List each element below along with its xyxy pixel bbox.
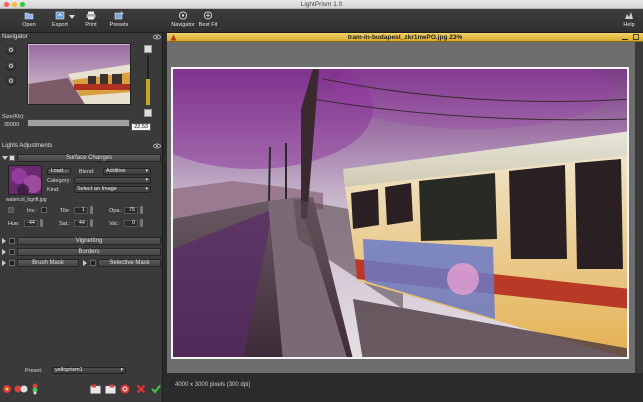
eye-icon[interactable] [153, 143, 161, 149]
opa-stepper[interactable] [140, 206, 143, 214]
hue-stepper[interactable] [40, 219, 43, 227]
zoom-min-icon[interactable] [144, 109, 152, 117]
zoom-value-field[interactable]: 22.53 [131, 123, 151, 131]
texture-image [9, 166, 41, 194]
layers-icon[interactable] [30, 383, 40, 395]
main-photo[interactable] [171, 67, 629, 359]
navigator-button[interactable]: Navigator [169, 11, 197, 28]
best-fit-icon [203, 11, 213, 20]
texture-thumbnail[interactable] [8, 165, 42, 195]
image-window-titlebar: tram-in-budapest_zkr1nwPO.jpg 23% [167, 33, 643, 42]
brush-mask-expander-icon[interactable] [2, 260, 6, 266]
save-preset-icon[interactable] [90, 384, 101, 394]
printer-icon [86, 11, 96, 20]
size-label: Size(Kb): [2, 114, 25, 120]
tile-label: Tile: [60, 208, 71, 214]
texture-name: watercol_bgnft.jpg [6, 197, 47, 203]
selective-mask-expander-icon[interactable] [83, 260, 87, 266]
navigator-preview-image [28, 44, 130, 104]
selective-mask-checkbox[interactable] [90, 260, 96, 266]
actual-size-button[interactable] [6, 76, 16, 86]
preset-label: Preset: [25, 368, 43, 374]
best-fit-button[interactable]: Best Fit [196, 11, 220, 28]
load-preset-icon[interactable] [105, 384, 116, 394]
reset-icon[interactable] [120, 384, 130, 394]
tile-stepper[interactable] [90, 206, 93, 214]
zoom-slider-fill [146, 79, 150, 105]
surface-changes-expander-icon[interactable] [2, 156, 8, 160]
cancel-icon[interactable] [136, 384, 146, 394]
open-icon [24, 12, 34, 20]
vignetting-header[interactable]: Vignetting [17, 237, 161, 245]
left-panel: Navigator Size(Kb): 35000 22.53 Lights A… [0, 33, 163, 402]
val-field[interactable]: 0 [124, 220, 138, 227]
load-button[interactable]: Load... [47, 168, 71, 175]
kind-label: Kind: [47, 187, 60, 193]
open-button[interactable]: Open [17, 11, 41, 28]
borders-expander-icon[interactable] [2, 249, 6, 255]
brush-mask-checkbox[interactable] [9, 260, 15, 266]
inv-label: Inv.: [27, 208, 37, 214]
kind-select[interactable]: Select an Image [74, 186, 151, 193]
zoom-max-icon[interactable] [144, 45, 152, 53]
adjustments-heading: Lights Adjustments [2, 143, 53, 149]
val-stepper[interactable] [140, 219, 143, 227]
opa-field[interactable]: 75 [124, 207, 138, 214]
navigator-thumbnail[interactable] [27, 43, 131, 105]
opa-label: Opa.: [109, 208, 123, 214]
sat-field[interactable]: 44 [74, 220, 88, 227]
zoom-out-button[interactable] [6, 61, 16, 71]
apply-icon[interactable] [151, 384, 161, 394]
tile-field[interactable]: 1 [74, 207, 88, 214]
maximize-image-window-icon[interactable] [633, 34, 639, 40]
hue-field[interactable]: -44 [24, 220, 38, 227]
image-status-bar: 4000 x 3000 pixels (300 dpi) [167, 373, 643, 402]
toolbar: Open Export Print Presets Navigator Best… [0, 9, 643, 33]
vignetting-expander-icon[interactable] [2, 238, 6, 244]
vignetting-checkbox[interactable] [9, 238, 15, 244]
selective-mask-header[interactable]: Selective Mask [98, 259, 161, 267]
window-title: LightPrism 1.0 [300, 1, 343, 8]
surface-changes-header[interactable]: Surface Changes [17, 154, 161, 162]
image-window-title: tram-in-budapest_zkr1nwPO.jpg 23% [347, 34, 463, 41]
export-button[interactable]: Export [48, 11, 72, 28]
eye-icon[interactable] [153, 34, 161, 40]
image-vertical-scrollbar[interactable] [635, 42, 643, 373]
navigator-icon [178, 11, 188, 20]
category-label: Category: [47, 178, 71, 184]
image-window: tram-in-budapest_zkr1nwPO.jpg 23% 4000 x… [167, 33, 643, 402]
navigator-heading: Navigator [2, 34, 28, 40]
tram-photo-image [173, 69, 627, 357]
brush-mask-header[interactable]: Brush Mask [17, 259, 79, 267]
category-select[interactable] [74, 177, 151, 184]
hue-label: Hue: [8, 221, 20, 227]
inv-checkbox[interactable] [41, 207, 47, 213]
borders-checkbox[interactable] [9, 249, 15, 255]
blend-label: Blend: [79, 169, 95, 175]
blend-select[interactable]: Additive [103, 168, 151, 175]
borders-header[interactable]: Borders [17, 248, 161, 256]
window-titlebar: LightPrism 1.0 [0, 0, 643, 9]
inv-toggle[interactable] [8, 207, 14, 213]
size-value: 35000 [4, 122, 20, 128]
image-dimensions-text: 4000 x 3000 pixels (300 dpi) [175, 382, 251, 388]
surface-changes-checkbox[interactable] [9, 155, 15, 161]
zoom-in-button[interactable] [6, 45, 16, 55]
presets-icon [114, 11, 124, 20]
minimize-image-window-icon[interactable] [622, 35, 628, 40]
image-canvas[interactable] [167, 42, 635, 373]
export-icon [55, 11, 65, 20]
compare-icon[interactable] [14, 384, 28, 394]
color-wheel-icon[interactable] [2, 384, 12, 394]
presets-button[interactable]: Presets [107, 11, 131, 28]
preset-select[interactable]: yelloprism1 [52, 367, 126, 374]
help-button[interactable]: Help [618, 11, 640, 28]
help-icon [625, 12, 633, 19]
val-label: Val.: [109, 221, 120, 227]
sat-stepper[interactable] [90, 219, 93, 227]
navigator-scrollbar[interactable] [27, 119, 130, 127]
print-button[interactable]: Print [79, 11, 103, 28]
sat-label: Sat.: [59, 221, 71, 227]
